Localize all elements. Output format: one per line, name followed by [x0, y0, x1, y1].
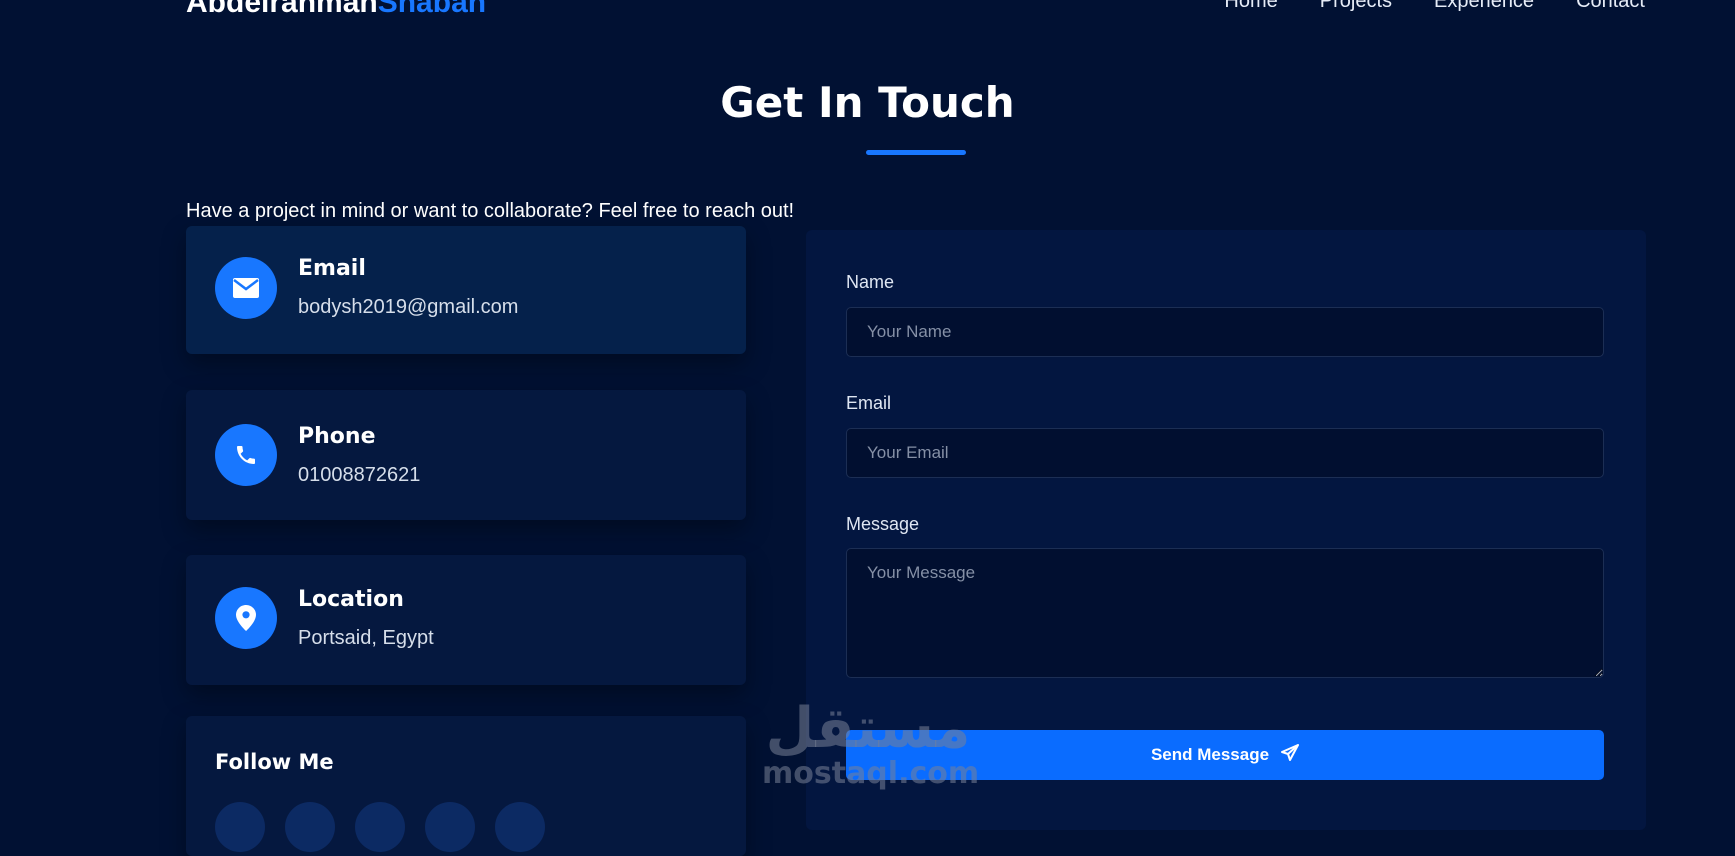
paper-plane-icon	[1281, 743, 1300, 767]
nav-link-home[interactable]: Home	[1224, 0, 1277, 13]
phone-label: Phone	[298, 424, 376, 449]
email-card[interactable]: Email bodysh2019@gmail.com	[186, 226, 746, 354]
logo-last-name: Shaban	[377, 0, 487, 19]
email-input[interactable]	[846, 428, 1604, 478]
logo-first-name: Abdelrahman	[186, 0, 378, 19]
social-link-5[interactable]	[495, 802, 545, 852]
phone-icon	[215, 424, 277, 486]
message-label: Message	[846, 514, 920, 534]
location-label: Location	[298, 587, 404, 612]
location-value: Portsaid, Egypt	[298, 627, 434, 649]
nav-link-contact[interactable]: Contact	[1576, 0, 1645, 13]
social-link-4[interactable]	[425, 802, 475, 852]
follow-title: Follow Me	[215, 750, 334, 774]
social-link-1[interactable]	[215, 802, 265, 852]
social-links	[215, 802, 545, 852]
location-card[interactable]: Location Portsaid, Egypt	[186, 555, 746, 685]
name-label: Name	[846, 272, 895, 292]
name-input[interactable]	[846, 307, 1604, 357]
title-underline	[866, 150, 966, 155]
nav-link-experience[interactable]: Experience	[1434, 0, 1534, 13]
top-nav: AbdelrahmanShaban Home Projects Experien…	[186, 0, 1645, 19]
envelope-icon	[215, 257, 277, 319]
section-title: Get In Touch	[720, 78, 1015, 127]
follow-card: Follow Me	[186, 716, 746, 856]
social-link-2[interactable]	[285, 802, 335, 852]
nav-links: Home Projects Experience Contact	[1224, 0, 1645, 13]
email-value[interactable]: bodysh2019@gmail.com	[298, 296, 518, 319]
phone-card[interactable]: Phone 01008872621	[186, 390, 746, 520]
section-intro: Have a project in mind or want to collab…	[186, 200, 795, 222]
contact-form: Name Email Message Send Message	[806, 230, 1646, 830]
message-textarea[interactable]	[846, 548, 1604, 678]
nav-link-projects[interactable]: Projects	[1320, 0, 1392, 13]
map-pin-icon	[215, 587, 277, 649]
email-field-label: Email	[846, 393, 892, 413]
social-link-3[interactable]	[355, 802, 405, 852]
phone-value[interactable]: 01008872621	[298, 464, 420, 487]
send-message-button[interactable]: Send Message	[846, 730, 1604, 780]
site-logo[interactable]: AbdelrahmanShaban	[186, 0, 486, 20]
send-message-label: Send Message	[1150, 745, 1270, 764]
email-label: Email	[298, 256, 366, 281]
